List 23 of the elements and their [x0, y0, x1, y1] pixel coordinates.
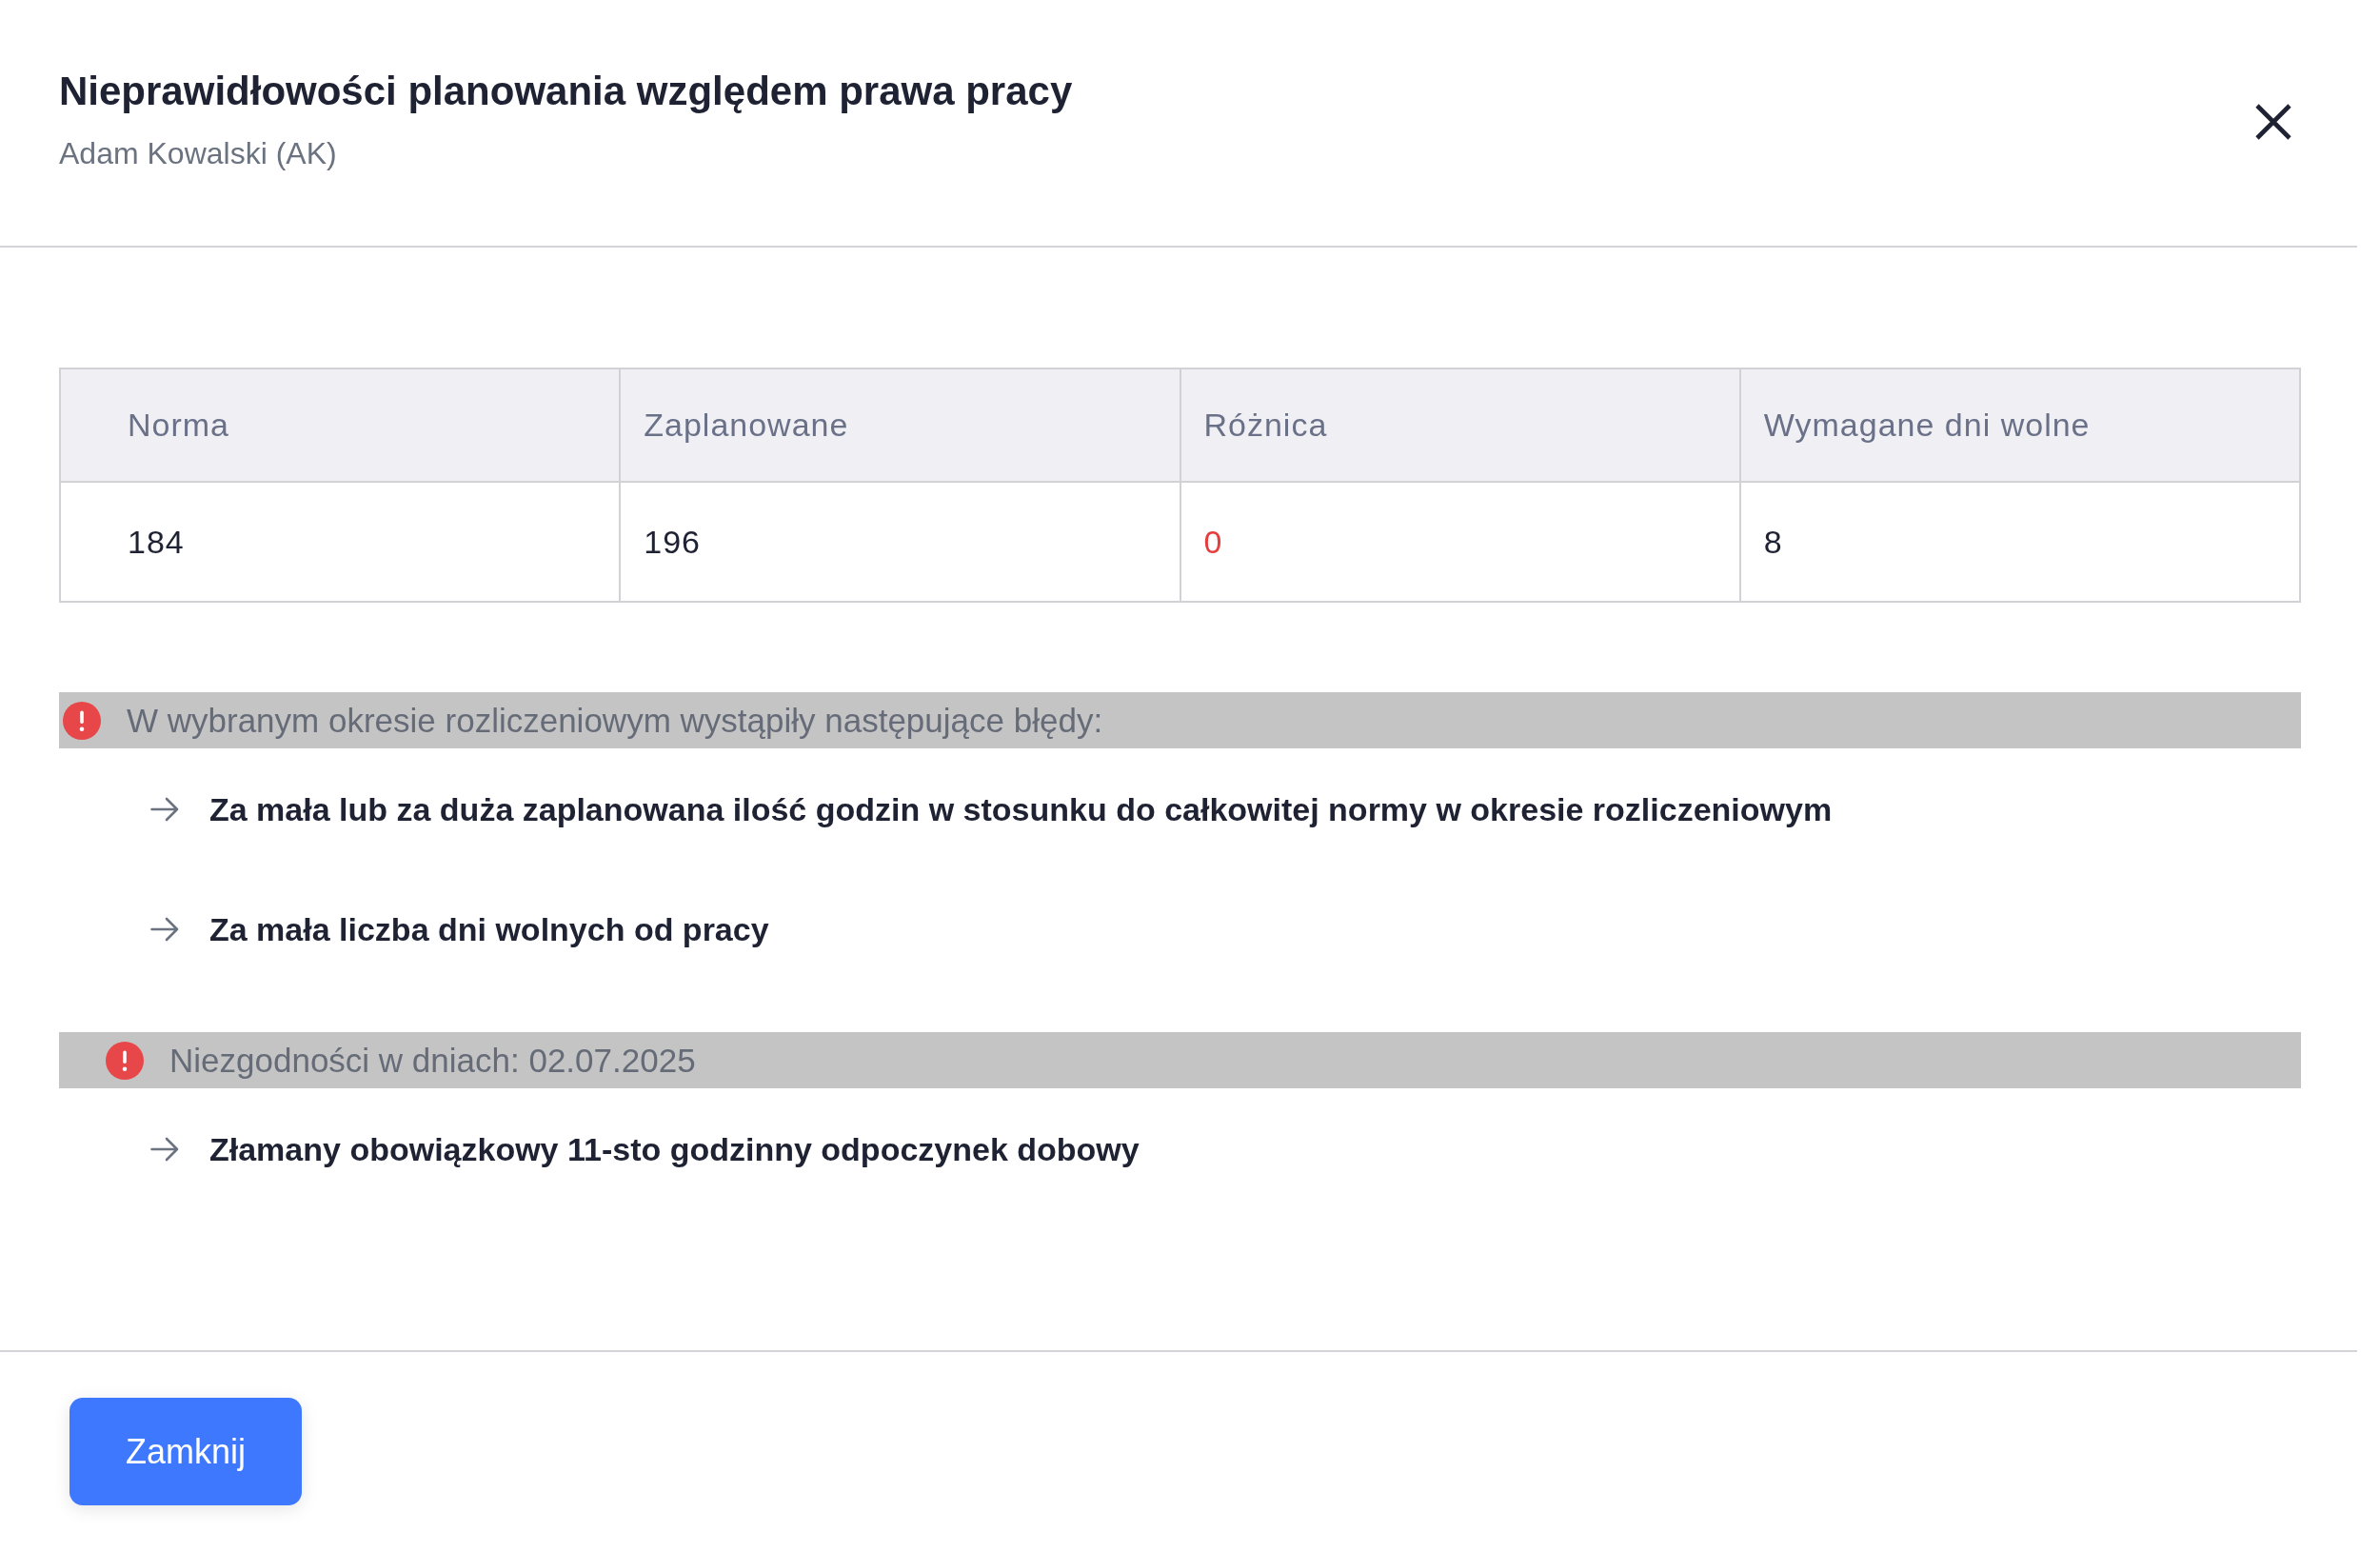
column-header: Wymagane dni wolne: [1739, 368, 2300, 482]
error-message: Niezgodności w dniach: 02.07.2025: [169, 1041, 696, 1080]
table-cell: 184: [60, 482, 621, 602]
error-icon: [63, 701, 101, 740]
dialog-title: Nieprawidłowości planowania względem prawa pracy: [59, 68, 1073, 115]
error-item: Złamany obowiązkowy 11-sto godzinny odpoczynek dobowy: [209, 1130, 1140, 1168]
close-icon: [2254, 103, 2292, 141]
close-button[interactable]: [2254, 103, 2292, 141]
error-message: W wybranym okresie rozliczeniowym wystąpiły następujące błędy:: [127, 701, 1103, 740]
error-item: Za mała lub za duża zaplanowana ilość godzin w stosunku do całkowitej normy w okresie rozliczeniowym: [209, 790, 1833, 828]
arrow-right-icon: [150, 797, 179, 822]
column-header: Różnica: [1180, 368, 1740, 482]
table-cell: 8: [1739, 482, 2300, 602]
table-cell: 0: [1180, 482, 1740, 602]
error-icon: [106, 1041, 144, 1080]
table-cell: 196: [620, 482, 1180, 602]
dialog-subtitle: Adam Kowalski (AK): [59, 135, 337, 172]
close-dialog-button[interactable]: Zamknij: [69, 1398, 302, 1505]
column-header: Zaplanowane: [620, 368, 1180, 482]
arrow-right-icon: [150, 1137, 179, 1162]
arrow-right-icon: [150, 917, 179, 942]
error-item: Za mała liczba dni wolnych od pracy: [209, 910, 769, 948]
column-header: Norma: [60, 368, 621, 482]
